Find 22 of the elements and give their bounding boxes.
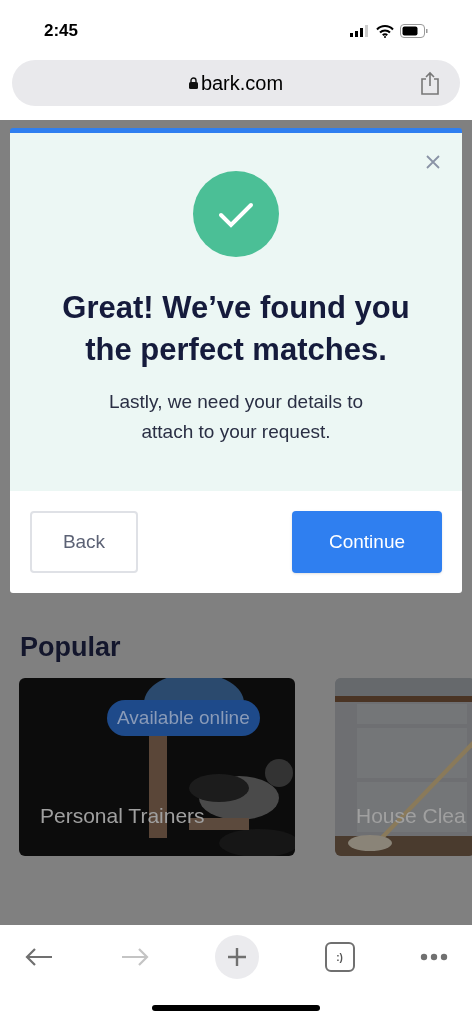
address-bar[interactable]: bark.com: [12, 60, 460, 106]
availability-badge: Available online: [107, 699, 260, 736]
wifi-icon: [376, 24, 394, 38]
signal-icon: [350, 25, 370, 37]
modal-title: Great! We’ve found you the perfect matches.: [61, 289, 411, 369]
more-icon[interactable]: [420, 953, 448, 961]
section-heading: Popular: [20, 631, 122, 664]
lock-icon: [188, 77, 198, 89]
status-time: 2:45: [44, 20, 79, 43]
back-arrow-icon[interactable]: [24, 947, 54, 967]
battery-icon: [400, 24, 428, 38]
back-button[interactable]: Back: [30, 511, 138, 573]
share-icon[interactable]: [420, 71, 440, 95]
continue-button[interactable]: Continue: [292, 511, 442, 573]
close-icon[interactable]: [425, 154, 441, 170]
url-text: bark.com: [200, 71, 284, 96]
tabs-button[interactable]: :): [324, 942, 355, 972]
new-tab-icon[interactable]: [215, 935, 259, 979]
modal-message: Lastly, we need your details to attach to your request.: [107, 390, 365, 444]
success-check-icon: [193, 171, 279, 257]
service-card[interactable]: Available online Personal Trainers: [19, 677, 295, 856]
card-title: Personal Trainers: [40, 803, 205, 829]
